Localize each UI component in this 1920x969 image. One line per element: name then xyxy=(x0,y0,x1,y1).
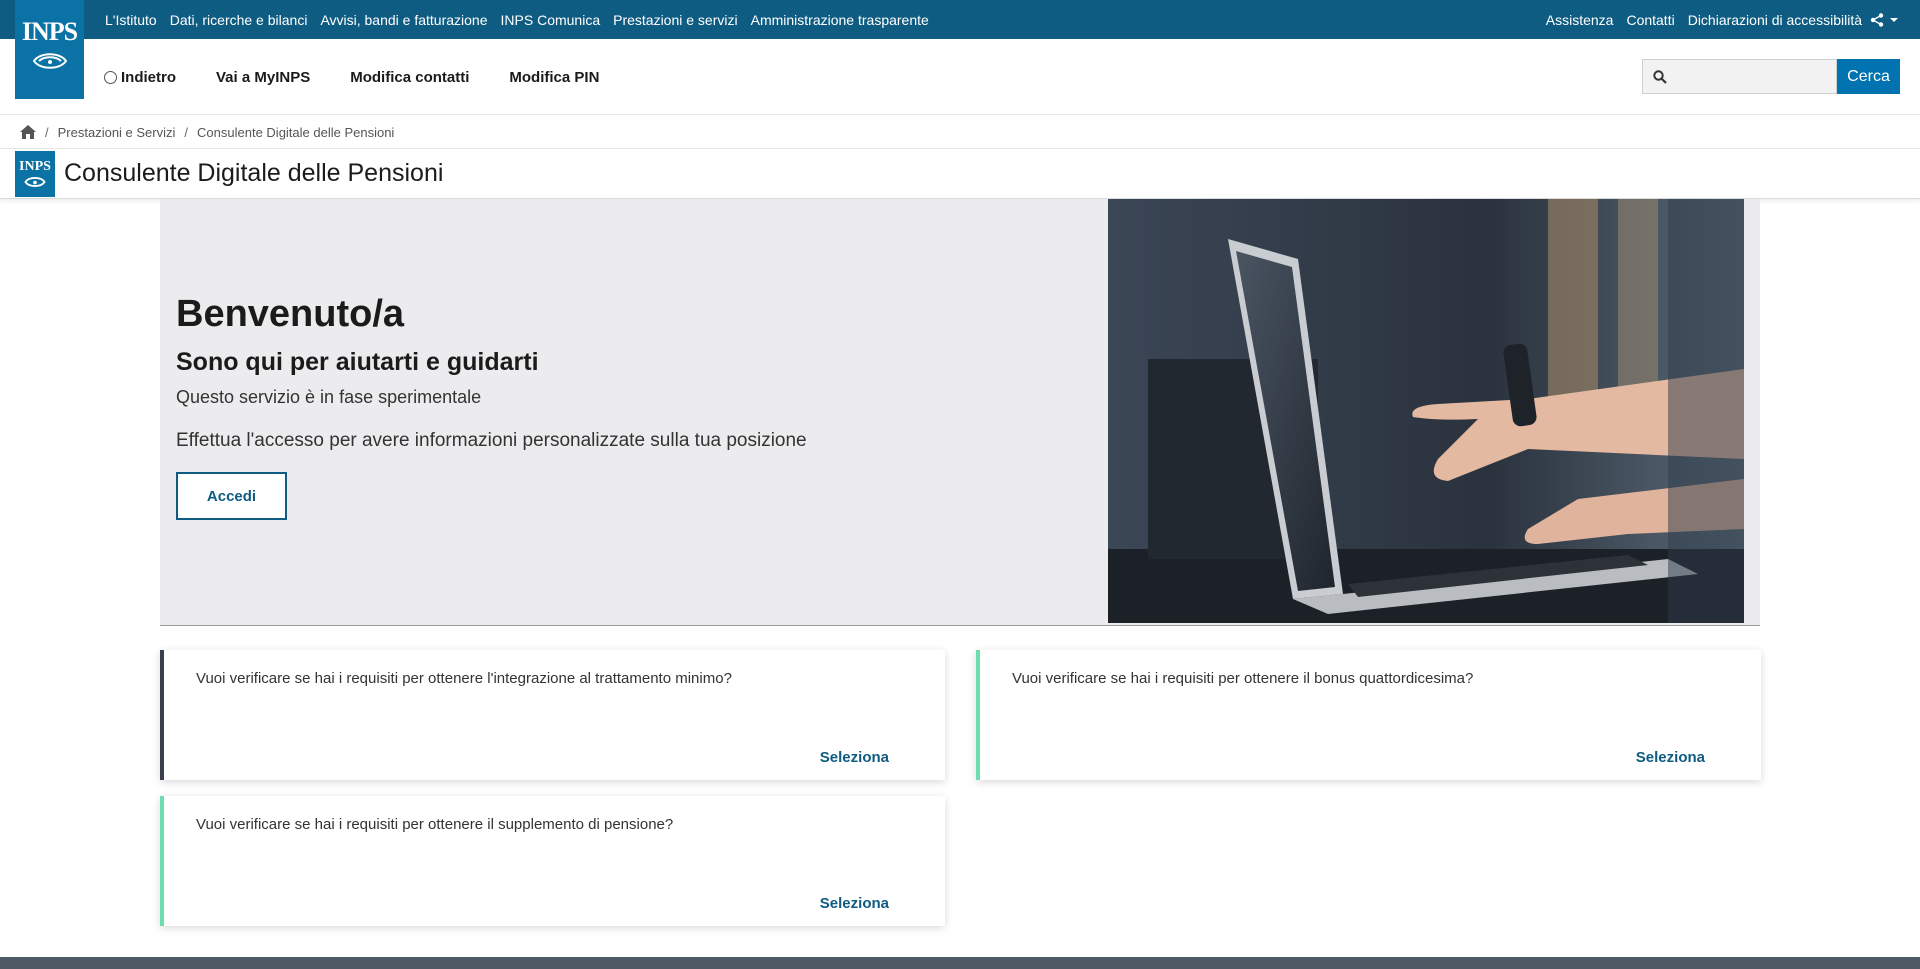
share-icon xyxy=(1870,13,1884,27)
breadcrumb-current: Consulente Digitale delle Pensioni xyxy=(197,124,395,140)
logo-text: INPS xyxy=(21,17,78,46)
hero-subheading: Sono qui per aiutarti e guidarti xyxy=(176,348,539,376)
laptop-photo-illustration xyxy=(1108,199,1744,623)
title-logo-text: INPS xyxy=(19,159,51,174)
nav-modifica-contatti[interactable]: Modifica contatti xyxy=(350,69,469,86)
top-link-trasparente[interactable]: Amministrazione trasparente xyxy=(751,12,929,28)
search-input[interactable] xyxy=(1675,61,1835,92)
secondary-nav: Indietro Vai a MyINPS Modifica contatti … xyxy=(0,39,1920,115)
back-label: Indietro xyxy=(121,68,176,86)
breadcrumb: / Prestazioni e Servizi / Consulente Dig… xyxy=(20,118,394,146)
card-question: Vuoi verificare se hai i requisiti per o… xyxy=(196,670,732,687)
select-link[interactable]: Seleziona xyxy=(820,749,889,766)
hero-note: Questo servizio è in fase sperimentale xyxy=(176,387,482,407)
question-card-supplemento: Vuoi verificare se hai i requisiti per o… xyxy=(160,796,945,926)
question-card-quattordicesima: Vuoi verificare se hai i requisiti per o… xyxy=(976,650,1761,780)
hero-heading: Benvenuto/a xyxy=(176,293,405,335)
breadcrumb-separator: / xyxy=(184,124,189,140)
title-logo-emblem-icon xyxy=(24,177,46,187)
secondary-nav-items: Indietro Vai a MyINPS Modifica contatti … xyxy=(104,39,599,115)
top-link-assistenza[interactable]: Assistenza xyxy=(1546,12,1614,28)
hero-image xyxy=(1108,199,1744,623)
select-link[interactable]: Seleziona xyxy=(1636,749,1705,766)
select-link[interactable]: Seleziona xyxy=(820,895,889,912)
card-question: Vuoi verificare se hai i requisiti per o… xyxy=(1012,670,1474,687)
top-link-comunica[interactable]: INPS Comunica xyxy=(501,12,601,28)
top-link-istituto[interactable]: L'Istituto xyxy=(105,12,157,28)
hero-description: Effettua l'accesso per avere informazion… xyxy=(176,430,807,451)
hero-banner: Benvenuto/a Sono qui per aiutarti e guid… xyxy=(160,199,1760,626)
login-button[interactable]: Accedi xyxy=(176,472,287,520)
search-button[interactable]: Cerca xyxy=(1837,59,1900,94)
page-title-bar: INPS Consulente Digitale delle Pensioni xyxy=(0,148,1920,199)
question-card-integrazione: Vuoi verificare se hai i requisiti per o… xyxy=(160,650,945,780)
back-button[interactable]: Indietro xyxy=(104,69,176,86)
top-link-dati[interactable]: Dati, ricerche e bilanci xyxy=(170,12,308,28)
top-link-avvisi[interactable]: Avvisi, bandi e fatturazione xyxy=(320,12,487,28)
hero-text: Benvenuto/a Sono qui per aiutarti e guid… xyxy=(176,293,807,520)
search-form: Cerca xyxy=(1642,59,1900,94)
logo-emblem-icon xyxy=(32,53,67,69)
back-radio-icon xyxy=(104,70,117,84)
search-icon xyxy=(1653,69,1667,84)
top-nav-right: Assistenza Contatti Dichiarazioni di acc… xyxy=(1546,0,1862,39)
top-link-contatti[interactable]: Contatti xyxy=(1626,12,1674,28)
top-nav-left: L'Istituto Dati, ricerche e bilanci Avvi… xyxy=(105,0,929,39)
footer-strip xyxy=(0,957,1920,969)
chevron-down-icon xyxy=(1890,18,1898,22)
nav-myinps[interactable]: Vai a MyINPS xyxy=(216,69,310,86)
home-icon[interactable] xyxy=(20,125,36,139)
breadcrumb-separator: / xyxy=(45,124,49,140)
top-link-prestazioni[interactable]: Prestazioni e servizi xyxy=(613,12,738,28)
top-bar: L'Istituto Dati, ricerche e bilanci Avvi… xyxy=(0,0,1920,39)
nav-modifica-pin[interactable]: Modifica PIN xyxy=(509,69,599,86)
share-menu[interactable] xyxy=(1870,10,1910,30)
search-box xyxy=(1642,59,1837,94)
inps-logo[interactable]: INPS xyxy=(15,0,84,99)
title-logo: INPS xyxy=(15,151,55,197)
breadcrumb-prestazioni[interactable]: Prestazioni e Servizi xyxy=(58,125,176,140)
top-link-accessibilita[interactable]: Dichiarazioni di accessibilità xyxy=(1688,12,1862,28)
page-title: Consulente Digitale delle Pensioni xyxy=(64,159,444,187)
card-question: Vuoi verificare se hai i requisiti per o… xyxy=(196,816,674,833)
